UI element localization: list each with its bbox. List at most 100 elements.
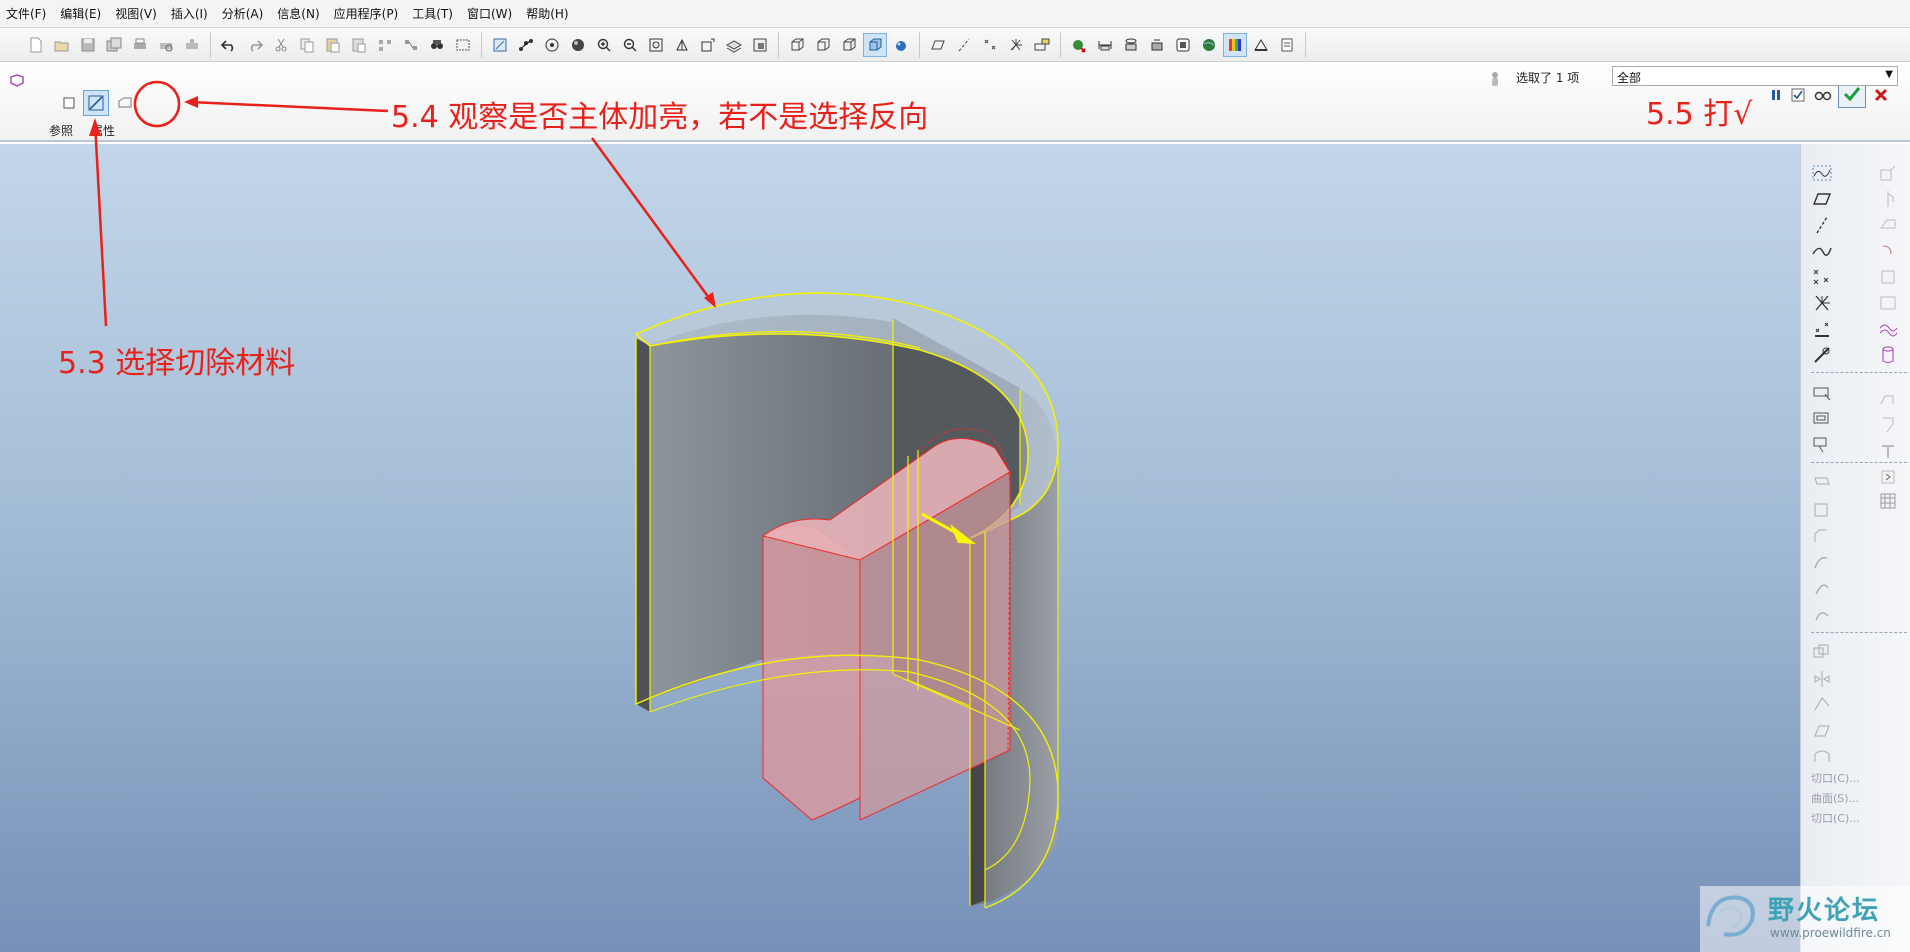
round-tool-icon[interactable] <box>1811 500 1833 522</box>
zoom-in-icon[interactable] <box>592 33 616 57</box>
saved-views-icon[interactable] <box>696 33 720 57</box>
expand-arrow-icon[interactable] <box>1877 466 1899 488</box>
view-manager-icon[interactable] <box>748 33 772 57</box>
analysis-feature-icon[interactable] <box>1811 318 1833 340</box>
model-viewport[interactable] <box>0 144 1800 952</box>
hidden-line-icon[interactable] <box>811 33 835 57</box>
shell-tool-icon[interactable] <box>1811 408 1833 430</box>
menu-view[interactable]: 视图(V) <box>115 5 157 22</box>
datum-axis-tool-icon[interactable] <box>1811 214 1833 236</box>
grid-feature-icon[interactable] <box>1877 490 1899 512</box>
sketch-tool-icon[interactable] <box>1811 162 1833 184</box>
open-file-icon[interactable] <box>50 33 74 57</box>
mass-properties-icon[interactable] <box>1119 33 1143 57</box>
round-edge-icon[interactable] <box>1877 240 1899 262</box>
globe-icon[interactable] <box>1197 33 1221 57</box>
appearance-icon[interactable] <box>889 33 913 57</box>
annotation-display-icon[interactable] <box>1030 33 1054 57</box>
menu-info[interactable]: 信息(N) <box>277 5 319 22</box>
datum-axis-display-icon[interactable] <box>952 33 976 57</box>
shading-sphere-icon[interactable] <box>566 33 590 57</box>
extrude-tool-icon[interactable] <box>1877 162 1899 184</box>
menu-insert[interactable]: 插入(I) <box>171 5 208 22</box>
draft-tool-icon[interactable] <box>1811 474 1833 496</box>
surface-feature-icon[interactable] <box>1877 292 1899 314</box>
merge-tool-icon[interactable] <box>1811 720 1833 742</box>
hole-tool-icon[interactable] <box>1811 382 1833 404</box>
datum-plane-display-icon[interactable] <box>926 33 950 57</box>
offset-tool-icon[interactable] <box>1811 746 1833 768</box>
menu-tools[interactable]: 工具(T) <box>412 5 453 22</box>
send-mail-icon[interactable] <box>180 33 204 57</box>
no-hidden-icon[interactable] <box>837 33 861 57</box>
warp-tool-icon[interactable] <box>1811 604 1833 626</box>
menu-help[interactable]: 帮助(H) <box>526 5 568 22</box>
spin-center-icon[interactable] <box>540 33 564 57</box>
tab-properties[interactable]: 属性 <box>91 122 115 139</box>
box-select-icon[interactable] <box>451 33 475 57</box>
var-sweep-icon[interactable] <box>1877 214 1899 236</box>
color-spectrum-icon[interactable] <box>1223 32 1247 57</box>
revolve-tool-icon[interactable] <box>1877 188 1899 210</box>
clearance-icon[interactable] <box>1171 33 1195 57</box>
cylinder-feature-icon[interactable] <box>1877 344 1899 366</box>
new-file-icon[interactable] <box>24 33 48 57</box>
copy-feature-icon[interactable] <box>1811 642 1833 664</box>
menu-file[interactable]: 文件(F) <box>6 5 46 22</box>
regen-manager-icon[interactable] <box>399 33 423 57</box>
datum-curve-tool-icon[interactable] <box>1811 240 1833 262</box>
save-copy-icon[interactable] <box>102 33 126 57</box>
extrude-surface-button[interactable] <box>112 90 138 116</box>
menu-window[interactable]: 窗口(W) <box>467 5 512 22</box>
measure-icon[interactable] <box>1093 33 1117 57</box>
menu-edit[interactable]: 编辑(E) <box>60 5 101 22</box>
sweep-tool-icon[interactable] <box>1811 552 1833 574</box>
shading-icon[interactable] <box>863 32 887 57</box>
right-panel-label-surface[interactable]: 曲面(S)... <box>1811 790 1859 806</box>
menu-analysis[interactable]: 分析(A) <box>222 5 264 22</box>
cut-icon[interactable] <box>269 33 293 57</box>
reorient-icon[interactable] <box>670 33 694 57</box>
wireframe-icon[interactable] <box>785 33 809 57</box>
print-icon[interactable] <box>128 33 152 57</box>
paste-special-icon[interactable] <box>347 33 371 57</box>
csys-tool-icon[interactable] <box>1811 292 1833 314</box>
find-icon[interactable] <box>425 33 449 57</box>
paste-icon[interactable] <box>321 33 345 57</box>
trim-feature-icon[interactable] <box>1877 440 1899 462</box>
redo-icon[interactable] <box>243 33 267 57</box>
model-check-icon[interactable] <box>1067 33 1091 57</box>
regenerate-icon[interactable] <box>373 33 397 57</box>
draft-check-icon[interactable] <box>1249 33 1273 57</box>
rib-tool-icon[interactable] <box>1811 434 1833 456</box>
mirror-tool-icon[interactable] <box>1811 668 1833 690</box>
right-panel-label-cut-2[interactable]: 切口(C)... <box>1811 810 1860 826</box>
hole-feature-icon[interactable] <box>1877 388 1899 410</box>
remove-material-button[interactable] <box>83 90 109 116</box>
pattern-tool-icon[interactable] <box>1811 694 1833 716</box>
zoom-out-icon[interactable] <box>618 33 642 57</box>
menu-applications[interactable]: 应用程序(P) <box>334 5 399 22</box>
point-display-icon[interactable] <box>978 33 1002 57</box>
datum-axis-icon[interactable] <box>514 33 538 57</box>
layers-icon[interactable] <box>722 33 746 57</box>
datum-plane-tool-icon[interactable] <box>1811 188 1833 210</box>
chamfer-tool-icon[interactable] <box>1811 526 1833 548</box>
extrude-solid-button[interactable] <box>56 90 82 116</box>
embedded-datum-icon[interactable] <box>1811 344 1833 366</box>
save-icon[interactable] <box>76 33 100 57</box>
datum-point-tool-icon[interactable] <box>1811 266 1833 288</box>
undo-icon[interactable] <box>217 33 241 57</box>
style-curve-icon[interactable] <box>1877 318 1899 340</box>
report-icon[interactable] <box>1275 33 1299 57</box>
refit-icon[interactable] <box>644 33 668 57</box>
copy-icon[interactable] <box>295 33 319 57</box>
right-panel-label-cut[interactable]: 切口(C)... <box>1811 770 1860 786</box>
print-preview-icon[interactable] <box>154 33 178 57</box>
sketch-view-icon[interactable] <box>488 33 512 57</box>
tab-references[interactable]: 参照 <box>49 122 73 139</box>
selection-filter-dropdown[interactable]: 全部 ▼ <box>1612 66 1898 86</box>
flange-feature-icon[interactable] <box>1877 414 1899 436</box>
blend-tool-icon[interactable] <box>1811 578 1833 600</box>
csys-display-icon[interactable] <box>1004 33 1028 57</box>
